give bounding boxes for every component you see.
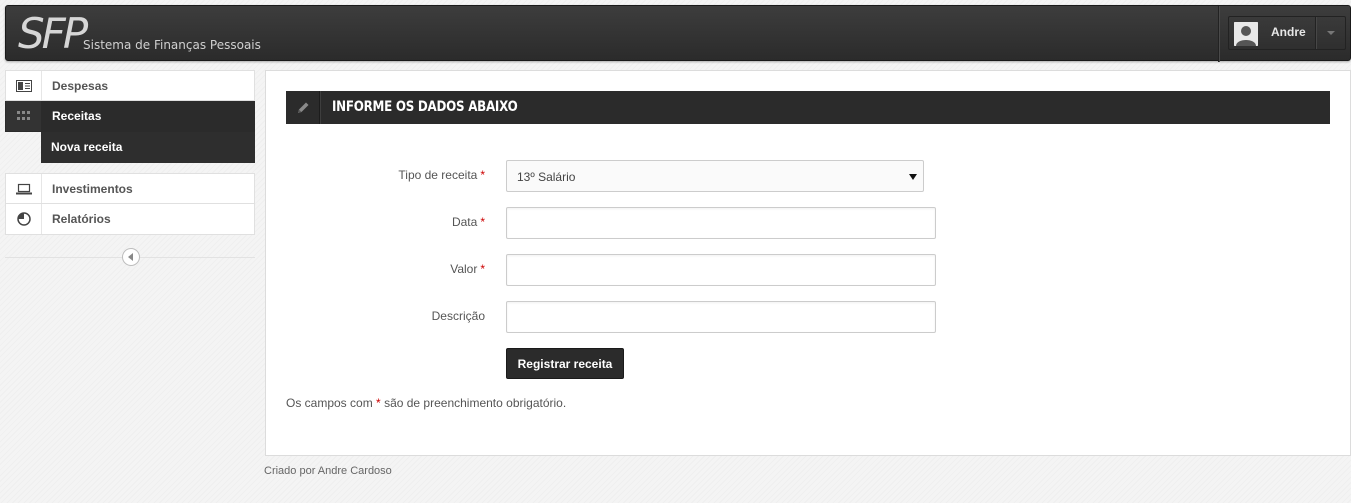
- user-dropdown-toggle[interactable]: [1315, 17, 1346, 49]
- sidebar-collapse-button[interactable]: [122, 248, 140, 266]
- top-navbar: SFP Sistema de Finanças Pessoais Andre: [5, 5, 1351, 62]
- sidebar-submenu-receitas: Nova receita: [5, 132, 255, 164]
- pencil-icon: [286, 91, 320, 124]
- sidebar-item-receitas[interactable]: Receitas: [5, 101, 255, 132]
- caret-down-icon: [1327, 31, 1335, 35]
- sidebar-item-label: Despesas: [52, 79, 109, 93]
- valor-input[interactable]: [506, 254, 936, 286]
- panel-title: Informe os dados abaixo: [332, 99, 518, 115]
- user-menu[interactable]: Andre: [1228, 16, 1346, 50]
- sidebar-subitem-nova-receita[interactable]: Nova receita: [41, 132, 255, 163]
- sidebar: Despesas Receitas Nova receita Investime…: [5, 70, 255, 235]
- list-icon: [6, 71, 42, 100]
- panel-header: Informe os dados abaixo: [286, 91, 1330, 124]
- laptop-icon: [6, 174, 42, 203]
- sidebar-item-label: Relatórios: [52, 212, 111, 226]
- user-avatar-icon: [1234, 22, 1258, 46]
- registrar-receita-button[interactable]: Registrar receita: [506, 348, 624, 379]
- tipo-receita-value: 13º Salário: [517, 170, 576, 184]
- navbar-divider: [1218, 6, 1219, 62]
- sidebar-item-label: Receitas: [52, 109, 102, 123]
- grid-icon: [6, 101, 42, 131]
- sidebar-item-investimentos[interactable]: Investimentos: [5, 173, 255, 204]
- chevron-left-icon: [128, 253, 133, 261]
- tipo-receita-label: Tipo de receita *: [398, 168, 485, 182]
- data-label: Data *: [451, 215, 485, 229]
- brand-subtitle: Sistema de Finanças Pessoais: [83, 38, 261, 52]
- descricao-input[interactable]: [506, 301, 936, 333]
- data-input[interactable]: [506, 207, 936, 239]
- footer-credit: Criado por Andre Cardoso: [264, 465, 392, 477]
- required-fields-note: Os campos com * são de preenchimento obr…: [286, 396, 567, 410]
- logo: SFP: [18, 9, 88, 58]
- pie-chart-icon: [6, 204, 42, 234]
- form-panel: Informe os dados abaixo Tipo de receita *…: [265, 70, 1351, 456]
- sidebar-item-despesas[interactable]: Despesas: [5, 70, 255, 101]
- tipo-receita-select[interactable]: 13º Salário: [506, 160, 924, 192]
- valor-label: Valor *: [450, 262, 485, 276]
- sidebar-subitem-label: Nova receita: [51, 140, 123, 154]
- dropdown-arrow-icon: [909, 174, 917, 180]
- descricao-label: Descrição: [431, 309, 485, 323]
- sidebar-item-relatorios[interactable]: Relatórios: [5, 204, 255, 235]
- user-name: Andre: [1271, 25, 1306, 39]
- sidebar-item-label: Investimentos: [52, 182, 133, 196]
